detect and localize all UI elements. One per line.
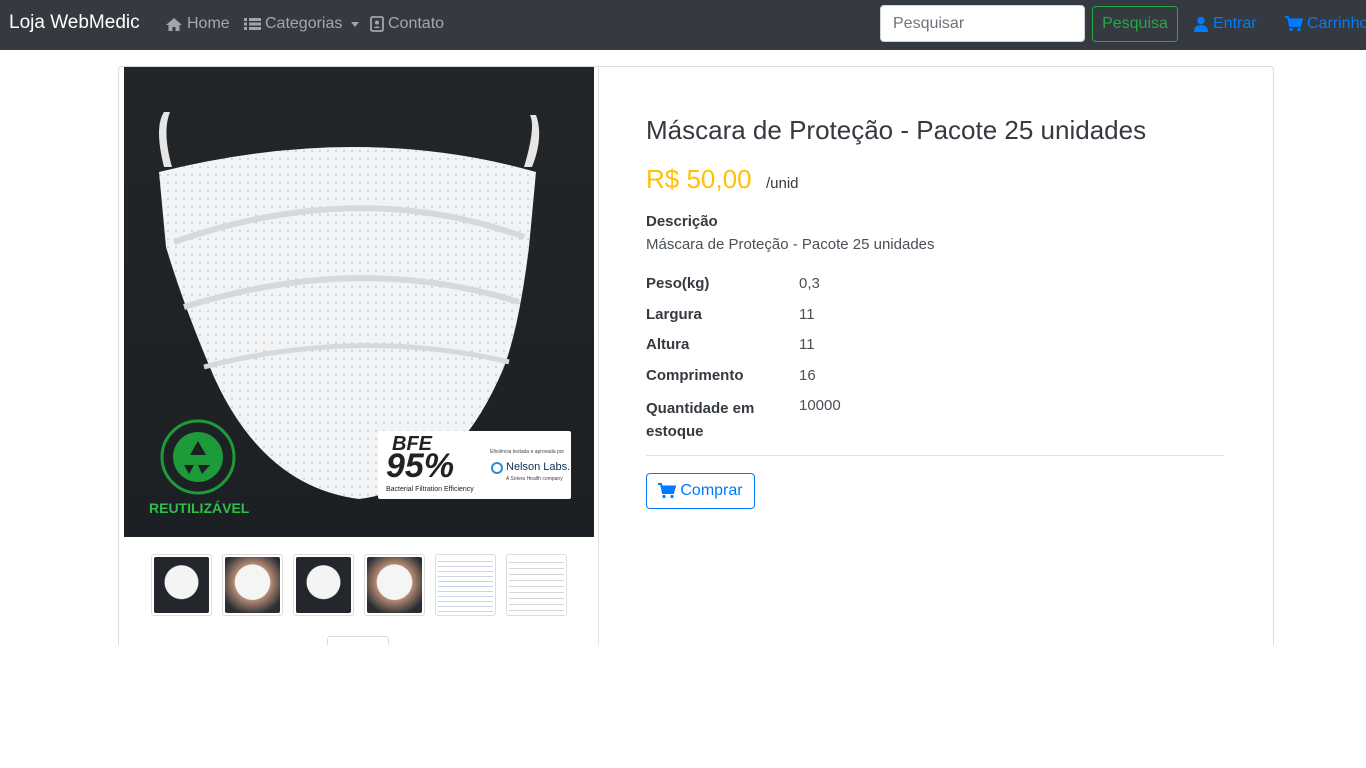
- details-divider: [646, 455, 1224, 456]
- page-bottom-area: [0, 645, 1366, 768]
- list-icon: [244, 18, 261, 30]
- cart-icon: [1285, 16, 1303, 32]
- nav-home-label: Home: [187, 15, 230, 32]
- thumbnail-1[interactable]: [151, 554, 212, 616]
- contact-card-icon: [370, 16, 384, 32]
- bfe-caption: Bacterial Filtration Efficiency: [386, 486, 474, 493]
- buy-button-label: Comprar: [680, 482, 743, 499]
- lab-name: Nelson Labs.: [506, 461, 571, 473]
- lab-logo-icon: [491, 462, 503, 474]
- login-label: Entrar: [1213, 15, 1257, 32]
- spec-label-weight: Peso(kg): [646, 275, 710, 292]
- thumbnail-2[interactable]: [222, 554, 283, 616]
- spec-label-width: Largura: [646, 306, 702, 323]
- spec-value-width: 11: [799, 306, 815, 323]
- buy-button[interactable]: Comprar: [646, 473, 755, 509]
- lab-note: Eficiência testada e aprovada por: [490, 449, 565, 455]
- thumbnail-5[interactable]: [435, 554, 496, 616]
- nav-contact[interactable]: Contato: [370, 15, 444, 33]
- search-button[interactable]: Pesquisa: [1092, 6, 1178, 42]
- nav-categories-dropdown[interactable]: Categorias: [244, 15, 360, 33]
- product-main-image[interactable]: REUTILIZÁVEL BFE 95% Bacterial Filtratio…: [124, 67, 594, 537]
- spec-label-height: Altura: [646, 336, 690, 353]
- card-divider: [598, 67, 599, 667]
- bfe-percent: 95%: [386, 447, 455, 485]
- product-title: Máscara de Proteção - Pacote 25 unidades: [646, 115, 1147, 145]
- product-card: REUTILIZÁVEL BFE 95% Bacterial Filtratio…: [118, 66, 1274, 667]
- reusable-badge-text: REUTILIZÁVEL: [149, 500, 250, 516]
- price-unit: /unid: [766, 175, 799, 192]
- bfe-certificate-label: BFE 95% Bacterial Filtration Efficiency …: [378, 431, 571, 499]
- cart-icon: [658, 483, 677, 499]
- thumbnail-4[interactable]: [364, 554, 425, 616]
- search-input[interactable]: [880, 5, 1085, 42]
- user-icon: [1194, 16, 1208, 32]
- spec-value-weight: 0,3: [799, 275, 820, 292]
- thumbnail-3[interactable]: [293, 554, 354, 616]
- chevron-down-icon: [351, 21, 360, 27]
- home-icon: [166, 17, 182, 31]
- cart-label: Carrinho: [1307, 15, 1366, 32]
- login-link[interactable]: Entrar: [1193, 15, 1257, 33]
- spec-value-height: 11: [799, 336, 815, 353]
- spec-label-length: Comprimento: [646, 367, 744, 384]
- cart-link[interactable]: Carrinho: [1285, 15, 1366, 33]
- nav-categories-label: Categorias: [265, 15, 343, 32]
- nav-home[interactable]: Home: [165, 15, 230, 33]
- nav-contact-label: Contato: [388, 15, 445, 32]
- thumbnail-strip: [151, 554, 567, 616]
- product-price: R$ 50,00: [646, 164, 752, 194]
- thumbnail-6[interactable]: [506, 554, 567, 616]
- description-text: Máscara de Proteção - Pacote 25 unidades: [646, 236, 935, 253]
- brand-logo[interactable]: Loja WebMedic: [9, 12, 140, 34]
- description-label: Descrição: [646, 213, 718, 230]
- navbar: Loja WebMedic Home Categorias Contato Pe…: [0, 0, 1366, 50]
- spec-value-length: 16: [799, 367, 816, 384]
- spec-value-stock: 10000: [799, 397, 841, 414]
- lab-subtitle: A Sotera Health company: [506, 476, 563, 482]
- spec-label-stock: Quantidade em estoque: [646, 400, 755, 440]
